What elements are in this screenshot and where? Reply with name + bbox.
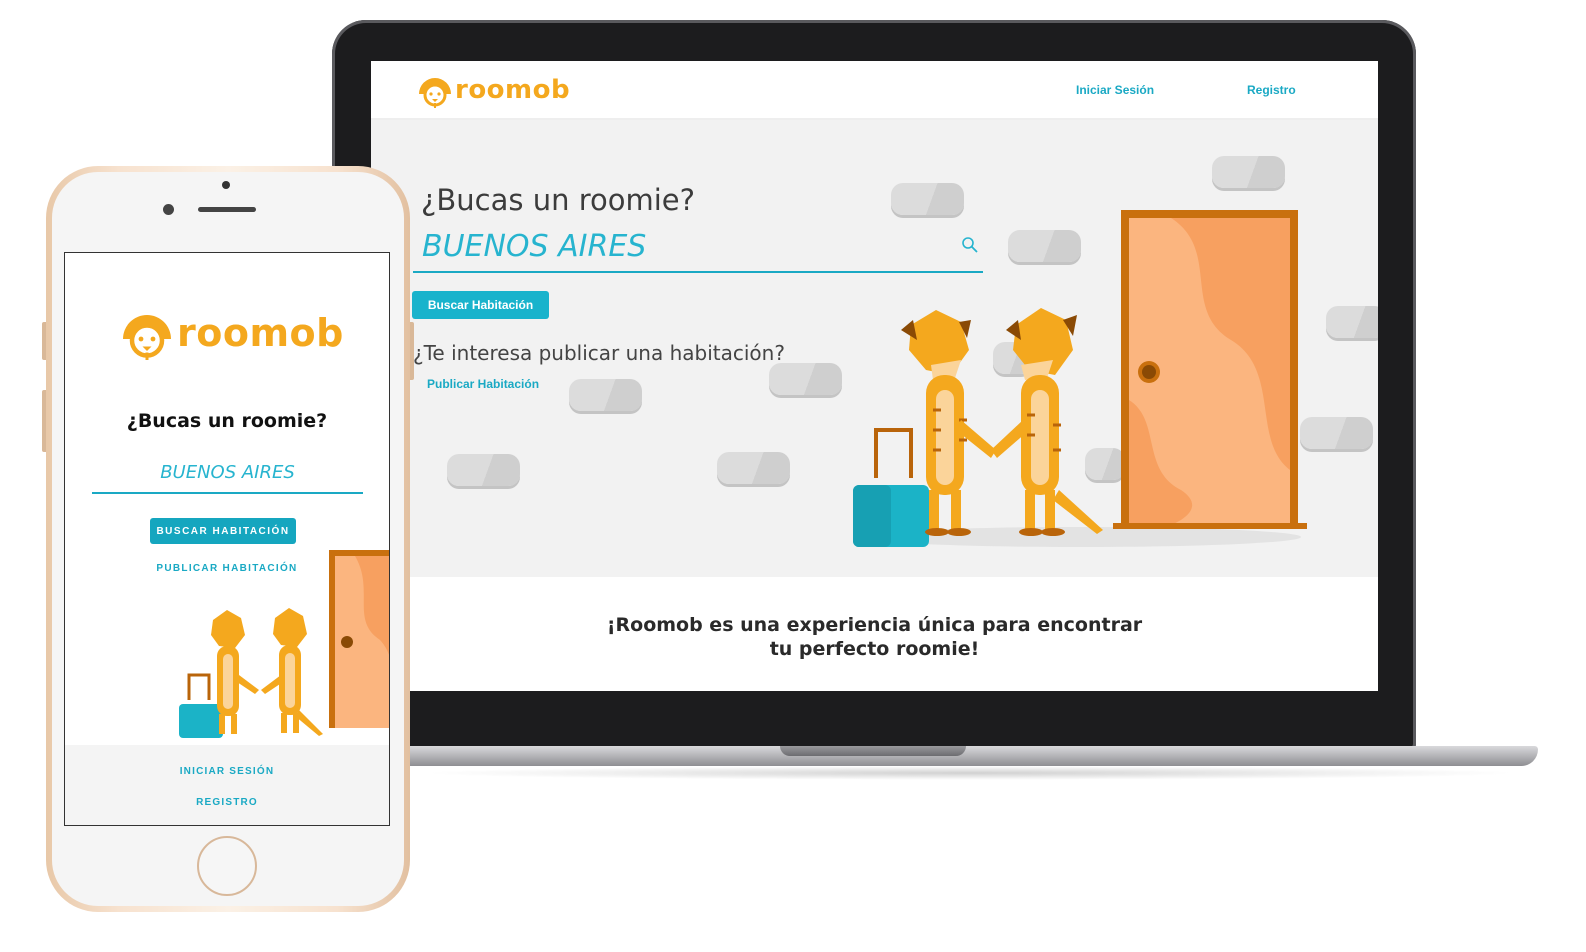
mobile-search-room-button[interactable]: BUSCAR HABITACIÓN [150,518,296,544]
laptop-notch [780,746,966,756]
publish-question: ¿Te interesa publicar una habitación? [413,341,785,365]
wall-brick [1212,156,1285,188]
mobile-search-input-value: BUENOS AIRES [160,462,295,483]
mobile-logo[interactable]: roomob [117,303,344,363]
tagline-line-1: ¡Roomob es una experiencia única para en… [606,614,1143,636]
publish-room-link[interactable]: Publicar Habitación [427,377,539,391]
mobile-footer: INICIAR SESIÓN REGISTRO [65,745,389,825]
nav-login-link[interactable]: Iniciar Sesión [1076,83,1154,97]
logo-wordmark: roomob [455,75,571,105]
mobile-search-input[interactable]: BUENOS AIRES [92,458,363,494]
tagline-line-2: tu perfecto roomie! [769,638,980,660]
wall-brick [717,452,790,484]
desktop-header: roomob Iniciar Sesión Registro [371,61,1378,120]
search-input-value: BUENOS AIRES [422,229,647,264]
search-icon[interactable] [961,236,979,254]
desktop-logo[interactable]: roomob [415,70,570,110]
mobile-screen: roomob ¿Bucas un roomie? BUENOS AIRES BU… [64,252,390,826]
mobile-hero-title: ¿Bucas un roomie? [126,410,328,432]
wall-brick [569,379,642,411]
mobile-meerkats-illustration [179,550,389,738]
nav-register-link[interactable]: Registro [1247,83,1296,97]
wall-brick [769,363,842,395]
hero-title: ¿Bucas un roomie? [421,183,695,217]
phone-speaker [198,207,256,212]
meerkat-logo-icon [419,78,451,108]
mobile-register-link[interactable]: REGISTRO [65,797,389,808]
desktop-screen: roomob Iniciar Sesión Registro ¿Bucas un… [371,61,1378,691]
phone-home-button[interactable] [197,836,257,896]
laptop-shadow [420,766,1520,780]
meerkat-logo-icon [123,315,171,360]
wall-brick [1326,306,1378,338]
logo-wordmark: roomob [177,311,344,355]
tagline: ¡Roomob es una experiencia única para en… [371,613,1378,661]
phone-sensor [222,181,230,189]
mobile-login-link[interactable]: INICIAR SESIÓN [65,766,389,777]
search-input[interactable]: BUENOS AIRES [413,221,983,273]
phone-camera [163,204,174,215]
wall-brick [447,454,520,486]
search-room-button[interactable]: Buscar Habitación [412,291,549,319]
